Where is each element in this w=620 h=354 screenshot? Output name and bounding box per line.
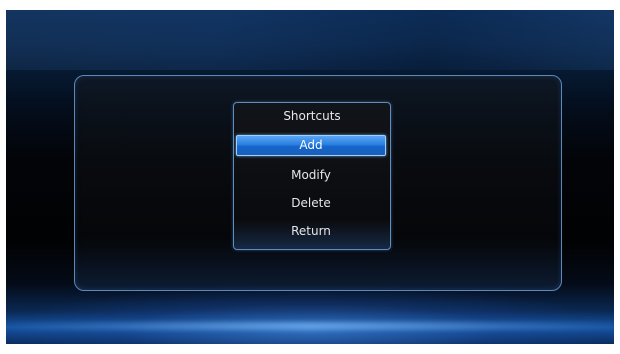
menu-title: Shortcuts xyxy=(283,109,341,123)
background-top-band xyxy=(6,10,614,70)
menu-item-add[interactable]: Add xyxy=(236,135,386,156)
shortcuts-menu: Shortcuts Add Modify Delete Return xyxy=(233,102,391,250)
menu-item-delete[interactable]: Delete xyxy=(237,193,385,213)
menu-item-return[interactable]: Return xyxy=(237,221,385,241)
background-bottom-glow xyxy=(6,322,614,330)
menu-item-modify[interactable]: Modify xyxy=(237,165,385,185)
